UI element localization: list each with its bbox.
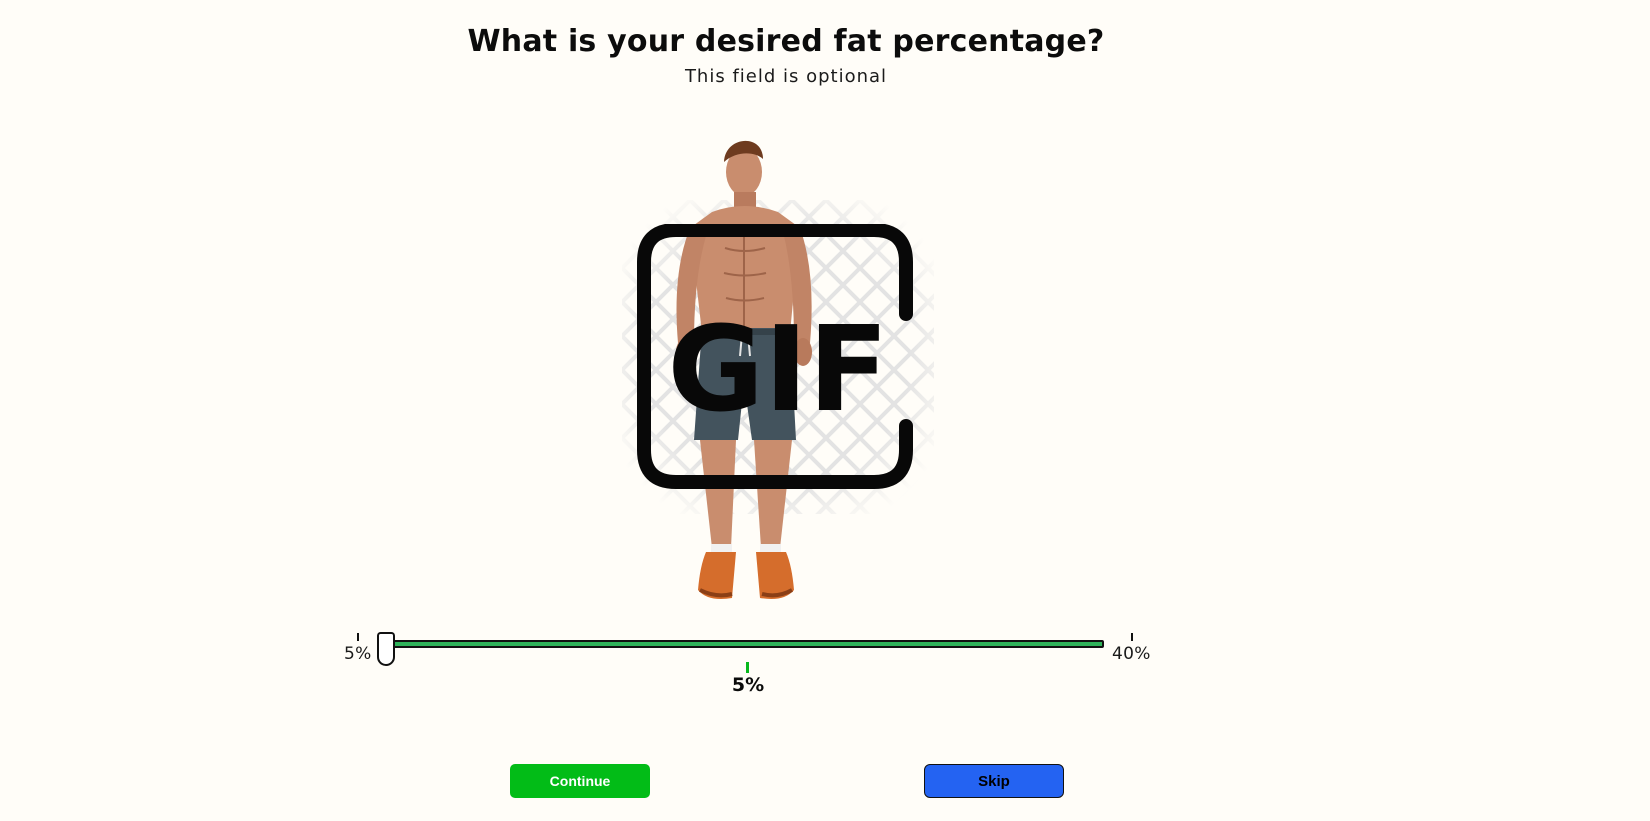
body-image-gif: GIF [620, 128, 936, 604]
slider-value-indicator [746, 662, 749, 673]
gif-text: GIF [667, 300, 888, 438]
slider-current-value: 5% [731, 674, 765, 696]
slider-max-label: 40% [1112, 644, 1151, 664]
slider-track[interactable] [387, 640, 1104, 648]
slider-min-label: 5% [344, 644, 372, 664]
gif-icon: GIF [637, 224, 913, 489]
slider-max-tick [1131, 633, 1133, 641]
skip-button[interactable]: Skip [924, 764, 1064, 798]
slider-thumb[interactable] [377, 632, 395, 666]
continue-button[interactable]: Continue [510, 764, 650, 798]
page-title: What is your desired fat percentage? [467, 24, 1105, 59]
slider-min-tick [357, 633, 359, 641]
fat-percentage-slider[interactable]: 5% 40% 5% [340, 630, 1160, 700]
page-subtitle: This field is optional [684, 66, 888, 87]
